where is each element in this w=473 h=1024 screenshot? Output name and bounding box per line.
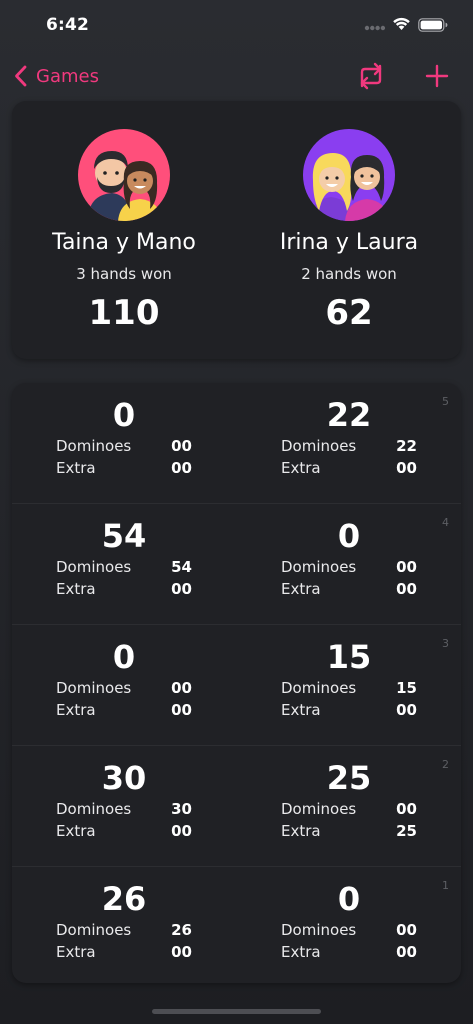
hand-number: 4 [442,516,449,529]
hand-left-team: 30 Dominoes 30 Extra 00 [56,758,192,842]
dominoes-label: Dominoes [56,800,132,818]
extra-value: 00 [396,459,417,477]
extra-value: 00 [171,459,192,477]
dominoes-label: Dominoes [56,921,132,939]
back-label: Games [36,65,99,87]
extra-value: 00 [396,580,417,598]
hand-row[interactable]: 2 30 Dominoes 30 Extra 00 25 Dominoes 00 Ex… [12,746,461,867]
extra-value: 00 [171,580,192,598]
dominoes-value: 00 [396,921,417,939]
hand-right-team: 0 Dominoes 00 Extra 00 [281,516,417,600]
extra-label: Extra [281,822,321,840]
dominoes-value: 00 [171,437,192,455]
extra-label: Extra [281,943,321,961]
extra-value: 00 [396,943,417,961]
hand-number: 2 [442,758,449,771]
hand-row[interactable]: 3 0 Dominoes 00 Extra 00 15 Dominoes 15 Ext… [12,625,461,746]
extra-label: Extra [281,459,321,477]
swap-icon [360,62,382,90]
home-indicator[interactable] [152,1009,321,1014]
extra-value: 00 [171,701,192,719]
dominoes-label: Dominoes [281,558,357,576]
team-score: 62 [325,293,373,333]
navigation-bar: Games [0,58,473,96]
cellular-signal-icon [364,25,386,31]
hand-total: 30 [101,759,147,797]
dominoes-value: 30 [171,800,192,818]
dominoes-value: 54 [171,558,192,576]
avatar [78,129,170,221]
hand-row[interactable]: 5 0 Dominoes 00 Extra 00 22 Dominoes 22 Ext… [12,383,461,504]
hand-total: 54 [101,517,147,555]
dominoes-value: 00 [396,800,417,818]
dominoes-value: 22 [396,437,417,455]
couple-avatar-icon [303,129,395,221]
extra-label: Extra [56,701,96,719]
extra-label: Extra [56,943,96,961]
hand-row[interactable]: 1 26 Dominoes 26 Extra 00 0 Dominoes 00 Ext… [12,867,461,983]
extra-label: Extra [56,580,96,598]
dominoes-value: 00 [171,679,192,697]
extra-value: 00 [171,822,192,840]
team-name: Taina y Mano [52,230,196,255]
hand-total: 0 [112,396,136,434]
avatar [303,129,395,221]
extra-label: Extra [56,459,96,477]
hand-left-team: 0 Dominoes 00 Extra 00 [56,395,192,479]
hand-row[interactable]: 4 54 Dominoes 54 Extra 00 0 Dominoes 00 Ext… [12,504,461,625]
team-left: Taina y Mano 3 hands won 110 [12,129,236,333]
dominoes-value: 00 [396,558,417,576]
chevron-left-icon [15,65,27,87]
hand-total: 15 [326,638,372,676]
extra-value: 00 [396,701,417,719]
dominoes-value: 26 [171,921,192,939]
extra-value: 00 [171,943,192,961]
hand-total: 0 [337,880,361,918]
status-bar: 6:42 [0,0,473,52]
hand-right-team: 25 Dominoes 00 Extra 25 [281,758,417,842]
hands-won: 3 hands won [76,265,172,283]
hand-right-team: 0 Dominoes 00 Extra 00 [281,879,417,963]
hand-number: 3 [442,637,449,650]
team-right: Irina y Laura 2 hands won 62 [237,129,461,333]
dominoes-label: Dominoes [56,679,132,697]
status-time: 6:42 [46,15,90,35]
battery-icon [418,17,448,32]
hand-total: 22 [326,396,372,434]
hand-number: 5 [442,395,449,408]
extra-label: Extra [56,822,96,840]
swap-teams-button[interactable] [355,62,387,90]
hand-total: 0 [337,517,361,555]
dominoes-label: Dominoes [281,921,357,939]
back-button[interactable]: Games [14,62,99,90]
team-name: Irina y Laura [279,230,419,255]
dominoes-label: Dominoes [56,558,132,576]
dominoes-label: Dominoes [56,437,132,455]
hands-list: 5 0 Dominoes 00 Extra 00 22 Dominoes 22 Ext… [12,383,461,983]
score-summary-card: Taina y Mano 3 hands won 110 Irina y Lau… [12,101,461,359]
hand-left-team: 54 Dominoes 54 Extra 00 [56,516,192,600]
dominoes-label: Dominoes [281,679,357,697]
hand-right-team: 15 Dominoes 15 Extra 00 [281,637,417,721]
hand-left-team: 0 Dominoes 00 Extra 00 [56,637,192,721]
add-hand-button[interactable] [424,62,450,90]
hand-total: 25 [326,759,372,797]
extra-label: Extra [281,580,321,598]
hands-won: 2 hands won [301,265,397,283]
dominoes-value: 15 [396,679,417,697]
couple-avatar-icon [78,129,170,221]
extra-value: 25 [396,822,417,840]
team-score: 110 [88,293,160,333]
dominoes-label: Dominoes [281,437,357,455]
extra-label: Extra [281,701,321,719]
hand-right-team: 22 Dominoes 22 Extra 00 [281,395,417,479]
dominoes-label: Dominoes [281,800,357,818]
hand-total: 0 [112,638,136,676]
wifi-icon [392,16,411,31]
plus-icon [425,64,449,88]
hand-number: 1 [442,879,449,892]
hand-left-team: 26 Dominoes 26 Extra 00 [56,879,192,963]
hand-total: 26 [101,880,147,918]
